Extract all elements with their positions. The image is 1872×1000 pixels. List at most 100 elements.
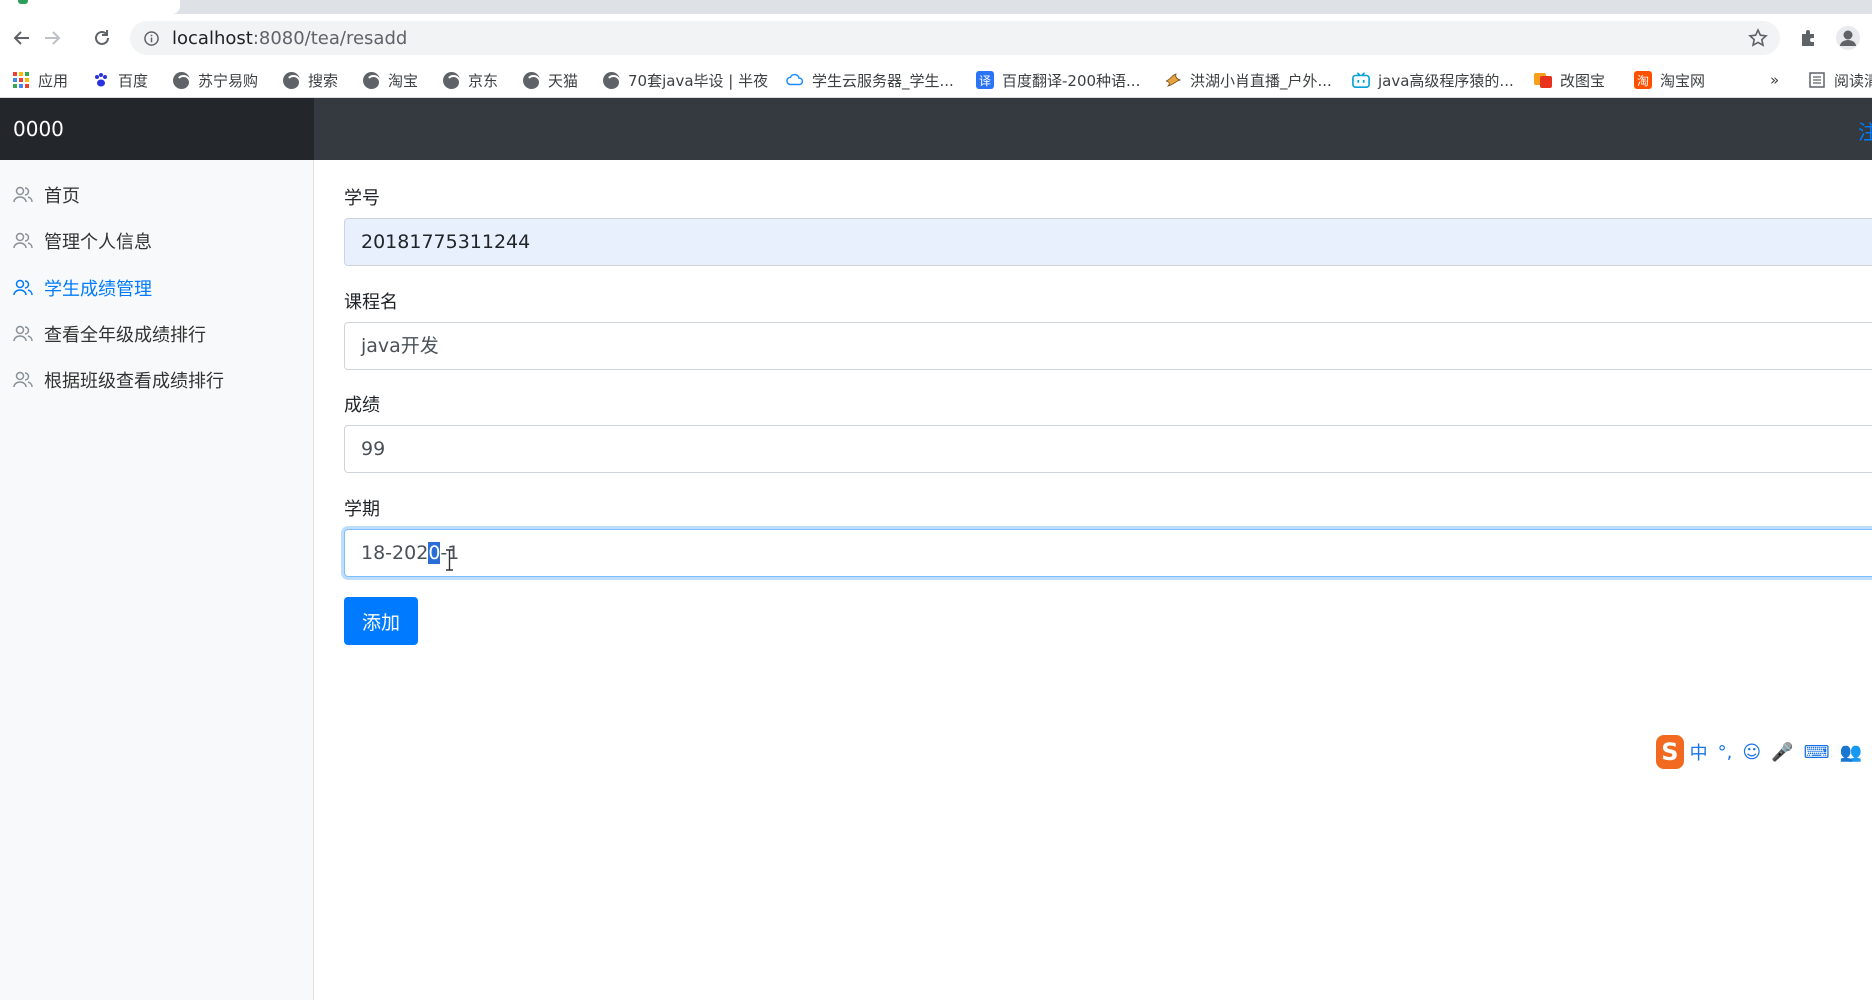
bookmark-reading-list[interactable]: 阅读清 (1808, 68, 1872, 92)
forward-button[interactable] (38, 24, 66, 52)
translate-icon: 译 (976, 71, 994, 89)
sidebar-item-label: 管理个人信息 (44, 232, 152, 253)
sidebar-item-label: 学生成绩管理 (44, 279, 152, 300)
bookmark-label: 洪湖小肖直播_户外... (1190, 71, 1332, 90)
student-id-label: 学号 (344, 188, 380, 209)
reload-button[interactable] (88, 24, 116, 52)
ime-emoji-icon[interactable]: ☺ (1742, 742, 1761, 763)
bookmark-search[interactable]: 搜索 (282, 68, 338, 92)
address-bar[interactable]: localhost:8080/tea/resadd (130, 21, 1780, 55)
student-id-input[interactable]: 20181775311244 (344, 218, 1872, 266)
sidebar-item-grade-management[interactable]: 学生成绩管理 (12, 273, 152, 303)
bookmark-baidu[interactable]: 百度 (92, 68, 148, 92)
tab-favicon-icon (18, 0, 28, 4)
bird-icon (1164, 71, 1182, 89)
bookmark-suning[interactable]: 苏宁易购 (172, 68, 258, 92)
bookmark-label: 天猫 (548, 71, 579, 90)
info-icon[interactable] (144, 31, 159, 46)
forward-arrow-icon (45, 31, 61, 45)
course-name-label: 课程名 (344, 292, 398, 313)
url-host: localhost (172, 28, 253, 49)
globe-icon (602, 71, 621, 90)
bookmark-apps[interactable]: 应用 (12, 68, 68, 92)
bookmark-java-projects[interactable]: 70套java毕设 | 半夜 (602, 68, 768, 92)
bookmark-java-senior[interactable]: java高级程序猿的... (1352, 68, 1514, 92)
bookmark-label: 搜索 (308, 71, 339, 90)
bilibili-icon (1352, 71, 1370, 89)
bookmark-label: 苏宁易购 (198, 71, 259, 90)
course-name-input[interactable]: java开发 (344, 322, 1872, 370)
sidebar-item-personal-info[interactable]: 管理个人信息 (12, 226, 152, 256)
ime-toolbar[interactable]: S 中 °, ☺ 🎤 ⌨ 👥 (1656, 732, 1872, 772)
term-text-selected: 0 (428, 542, 441, 564)
browser-toolbar: localhost:8080/tea/resadd (0, 14, 1872, 62)
svg-text:译: 译 (979, 74, 991, 88)
sogou-logo-icon[interactable]: S (1656, 735, 1684, 769)
term-input[interactable]: 18-2020-1 (344, 529, 1872, 577)
bookmark-taobao-net[interactable]: 淘 淘宝网 (1634, 68, 1705, 92)
reading-list-icon (1808, 71, 1826, 89)
bookmark-student-cloud[interactable]: 学生云服务器_学生... (786, 68, 954, 92)
bookmark-taobao[interactable]: 淘宝 (362, 68, 418, 92)
sidebar-item-grade-ranking[interactable]: 查看全年级成绩排行 (12, 319, 206, 349)
back-arrow-icon (13, 31, 29, 45)
bookmark-label: 百度翻译-200种语... (1002, 71, 1141, 90)
cloud-icon (786, 71, 804, 89)
bookmark-honghu-live[interactable]: 洪湖小肖直播_户外... (1164, 68, 1332, 92)
ime-keyboard-icon[interactable]: ⌨ (1804, 742, 1830, 763)
url-path: :8080/tea/resadd (252, 28, 408, 49)
url-text[interactable]: localhost:8080/tea/resadd (172, 28, 407, 49)
bookmarks-bar: 应用 百度 苏宁易购 搜索 淘宝 京东 天猫 70套java毕设 | 半夜 学生… (0, 62, 1872, 98)
header-link[interactable]: 注 (1858, 116, 1872, 145)
users-icon (12, 323, 34, 345)
users-icon (12, 277, 34, 299)
profile-button[interactable] (1834, 24, 1862, 52)
sidebar-item-class-ranking[interactable]: 根据班级查看成绩排行 (12, 365, 224, 395)
bookmark-gaitubao[interactable]: 改图宝 (1534, 68, 1605, 92)
reload-icon (95, 30, 109, 45)
bookmark-label: 阅读清 (1834, 71, 1872, 90)
ime-mode-toggle[interactable]: 中 (1690, 739, 1708, 765)
ime-user-icon[interactable]: 👥 (1840, 742, 1862, 763)
ime-voice-icon[interactable]: 🎤 (1771, 742, 1793, 763)
sidebar: 首页 管理个人信息 学生成绩管理 查看全年级成绩排行 根据班级查看成绩排行 (0, 160, 314, 1000)
browser-tab[interactable] (0, 0, 180, 14)
bookmark-label: 应用 (38, 71, 69, 90)
main-content: 学号 20181775311244 课程名 java开发 成绩 99 学期 18… (314, 160, 1872, 1000)
image-edit-icon (1534, 71, 1552, 89)
profile-avatar-icon (1836, 26, 1860, 50)
bookmark-label: 改图宝 (1560, 71, 1606, 90)
bookmark-label: 淘宝网 (1660, 71, 1706, 90)
baidu-paw-icon (92, 71, 110, 89)
bookmark-star-icon[interactable] (1748, 28, 1768, 48)
globe-icon (282, 71, 301, 90)
globe-icon (522, 71, 541, 90)
sidebar-item-label: 首页 (44, 186, 80, 207)
text-cursor-icon (446, 543, 474, 571)
score-label: 成绩 (344, 395, 380, 416)
users-icon (12, 230, 34, 252)
globe-icon (362, 71, 381, 90)
globe-icon (442, 71, 461, 90)
term-label: 学期 (344, 499, 380, 520)
term-text-before: 18-202 (361, 542, 429, 564)
ime-punctuation-icon[interactable]: °, (1718, 742, 1733, 763)
apps-grid-icon (12, 71, 30, 89)
svg-text:淘: 淘 (1637, 74, 1649, 88)
score-input[interactable]: 99 (344, 425, 1872, 473)
sidebar-item-home[interactable]: 首页 (12, 180, 80, 210)
bookmark-jd[interactable]: 京东 (442, 68, 498, 92)
sidebar-item-label: 查看全年级成绩排行 (44, 325, 206, 346)
extensions-button[interactable] (1794, 24, 1822, 52)
bookmark-tmall[interactable]: 天猫 (522, 68, 578, 92)
taobao-icon: 淘 (1634, 71, 1652, 89)
back-button[interactable] (8, 24, 36, 52)
app-header: 0000 注 (0, 98, 1872, 160)
bookmarks-overflow-button[interactable]: » (1770, 68, 1779, 92)
bookmark-baidu-translate[interactable]: 译 百度翻译-200种语... (976, 68, 1140, 92)
add-button[interactable]: 添加 (344, 597, 418, 645)
users-icon (12, 184, 34, 206)
bookmark-label: java高级程序猿的... (1378, 71, 1514, 90)
bookmark-label: 70套java毕设 | 半夜 (628, 71, 769, 90)
brand-title[interactable]: 0000 (0, 98, 314, 160)
